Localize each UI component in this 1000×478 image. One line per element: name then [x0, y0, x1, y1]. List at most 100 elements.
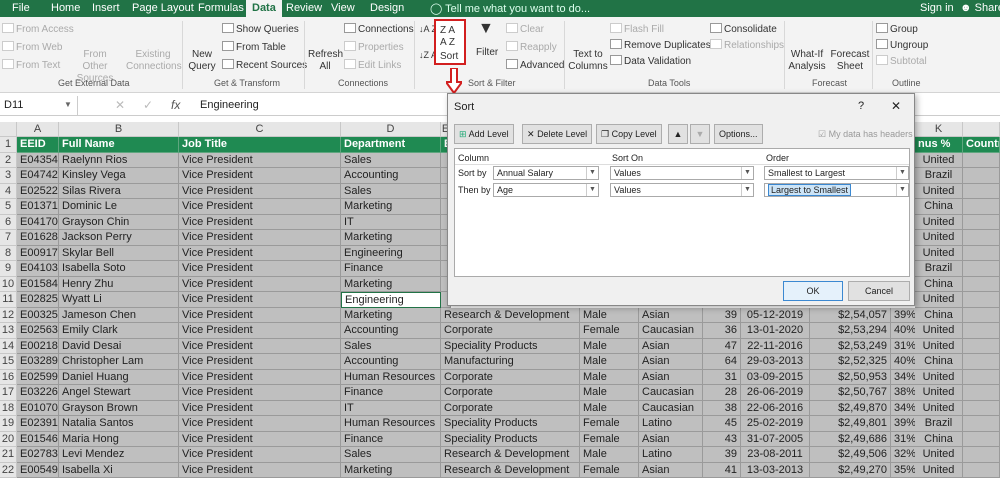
table-cell[interactable]: Corporate [441, 400, 580, 416]
namebox-dropdown-icon[interactable]: ▼ [64, 100, 72, 109]
table-cell[interactable]: Angel Stewart [59, 385, 179, 401]
table-cell[interactable]: Asian [639, 354, 703, 370]
from-text-button[interactable]: From Text [2, 59, 60, 72]
enter-icon[interactable]: ✓ [143, 98, 153, 112]
table-cell[interactable]: Speciality Products [441, 431, 580, 447]
filter-button[interactable]: ▼ Filter [476, 21, 498, 59]
header-cell[interactable]: nus % [915, 137, 963, 153]
row-header[interactable]: 13 [0, 323, 17, 339]
table-cell[interactable]: Grayson Brown [59, 400, 179, 416]
sign-in-link[interactable]: Sign in [920, 2, 954, 14]
table-cell[interactable]: 05-12-2019 [741, 307, 810, 323]
table-cell[interactable]: Vice President [179, 307, 341, 323]
table-cell[interactable]: Female [580, 416, 639, 432]
table-cell[interactable]: Finance [341, 431, 441, 447]
table-cell[interactable]: Brazil [915, 261, 963, 277]
table-cell[interactable] [963, 183, 1000, 199]
table-cell[interactable]: Corporate [441, 323, 580, 339]
table-cell[interactable] [963, 400, 1000, 416]
table-cell[interactable]: Marketing [341, 230, 441, 246]
from-access-button[interactable]: From Access [2, 23, 74, 36]
table-cell[interactable]: Sales [341, 447, 441, 463]
table-cell[interactable]: Male [580, 354, 639, 370]
from-table-button[interactable]: From Table [222, 41, 286, 54]
table-cell[interactable]: 26-06-2019 [741, 385, 810, 401]
ungroup-button[interactable]: Ungroup [876, 39, 928, 52]
active-cell[interactable]: Engineering [341, 292, 441, 308]
row-header[interactable]: 17 [0, 385, 17, 401]
table-cell[interactable]: Latino [639, 416, 703, 432]
table-cell[interactable]: 25-02-2019 [741, 416, 810, 432]
table-cell[interactable]: Corporate [441, 369, 580, 385]
new-query-button[interactable]: New Query [186, 49, 218, 73]
header-cell[interactable]: Country [963, 137, 1000, 153]
row-header[interactable]: 19 [0, 416, 17, 432]
table-cell[interactable]: Accounting [341, 354, 441, 370]
table-cell[interactable]: China [915, 354, 963, 370]
table-cell[interactable]: $2,49,270 [810, 462, 891, 478]
table-cell[interactable]: Jackson Perry [59, 230, 179, 246]
table-cell[interactable]: 64 [703, 354, 741, 370]
row-header[interactable]: 14 [0, 338, 17, 354]
table-cell[interactable]: United [915, 462, 963, 478]
table-cell[interactable]: United [915, 245, 963, 261]
table-cell[interactable]: E03226 [17, 385, 59, 401]
header-cell[interactable]: Job Title [179, 137, 341, 153]
row-header[interactable]: 15 [0, 354, 17, 370]
table-cell[interactable]: 36 [703, 323, 741, 339]
table-cell[interactable]: Isabella Soto [59, 261, 179, 277]
table-cell[interactable]: Vice President [179, 199, 341, 215]
table-cell[interactable]: Asian [639, 462, 703, 478]
row-header[interactable]: 7 [0, 230, 17, 246]
edit-links-button[interactable]: Edit Links [344, 59, 401, 72]
table-cell[interactable]: Female [580, 323, 639, 339]
table-cell[interactable] [963, 307, 1000, 323]
tab-review[interactable]: Review [286, 2, 322, 14]
table-cell[interactable]: Silas Rivera [59, 183, 179, 199]
table-cell[interactable]: 31 [703, 369, 741, 385]
table-cell[interactable]: IT [341, 400, 441, 416]
row-header[interactable]: 3 [0, 168, 17, 184]
table-cell[interactable] [963, 323, 1000, 339]
row-header[interactable]: 22 [0, 462, 17, 478]
table-cell[interactable]: Research & Development [441, 462, 580, 478]
table-cell[interactable] [963, 431, 1000, 447]
table-cell[interactable]: Research & Development [441, 307, 580, 323]
tab-page-layout[interactable]: Page Layout [132, 2, 194, 14]
row-header[interactable]: 11 [0, 292, 17, 308]
table-cell[interactable]: Male [580, 369, 639, 385]
show-queries-button[interactable]: Show Queries [222, 23, 299, 36]
table-cell[interactable]: Research & Development [441, 447, 580, 463]
table-cell[interactable] [963, 245, 1000, 261]
table-cell[interactable]: Skylar Bell [59, 245, 179, 261]
close-button[interactable]: ✕ [891, 99, 901, 113]
table-cell[interactable]: 28 [703, 385, 741, 401]
column-header-c[interactable]: C [179, 122, 341, 137]
table-cell[interactable]: Sales [341, 152, 441, 168]
table-cell[interactable]: United [915, 323, 963, 339]
has-headers-checkbox[interactable]: ☑ My data has headers [818, 129, 913, 140]
table-cell[interactable]: E04170 [17, 214, 59, 230]
tab-view[interactable]: View [331, 2, 355, 14]
table-cell[interactable] [963, 152, 1000, 168]
table-cell[interactable]: David Desai [59, 338, 179, 354]
table-cell[interactable]: Speciality Products [441, 338, 580, 354]
table-cell[interactable] [963, 214, 1000, 230]
row-header[interactable]: 4 [0, 183, 17, 199]
table-cell[interactable]: Engineering [341, 245, 441, 261]
table-cell[interactable]: $2,53,249 [810, 338, 891, 354]
table-cell[interactable]: E02783 [17, 447, 59, 463]
delete-level-button[interactable]: ✕ Delete Level [522, 124, 593, 144]
table-cell[interactable]: Levi Mendez [59, 447, 179, 463]
table-cell[interactable]: United [915, 385, 963, 401]
table-cell[interactable]: $2,52,325 [810, 354, 891, 370]
table-cell[interactable]: Vice President [179, 276, 341, 292]
row-header[interactable]: 21 [0, 447, 17, 463]
text-to-columns-button[interactable]: Text to Columns [568, 49, 608, 73]
table-cell[interactable]: E01371 [17, 199, 59, 215]
row-header[interactable]: 6 [0, 214, 17, 230]
tab-home[interactable]: Home [51, 2, 80, 14]
table-cell[interactable]: E02522 [17, 183, 59, 199]
table-cell[interactable]: Female [580, 431, 639, 447]
table-cell[interactable]: E00325 [17, 307, 59, 323]
